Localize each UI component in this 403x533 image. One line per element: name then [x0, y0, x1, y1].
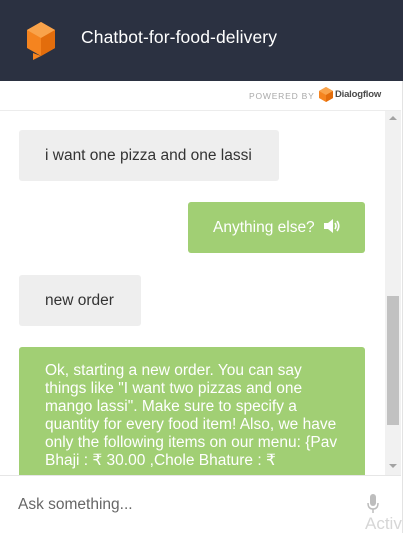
scroll-down-arrow-icon[interactable] — [389, 464, 397, 468]
scroll-up-arrow-icon[interactable] — [389, 116, 397, 120]
user-message: new order — [19, 275, 141, 326]
message-input[interactable] — [18, 495, 348, 515]
bot-message: Ok, starting a new order. You can say th… — [19, 347, 365, 475]
message-list[interactable]: i want one pizza and one lassi Anything … — [0, 111, 385, 475]
scrollbar-thumb[interactable] — [387, 296, 399, 425]
dialogflow-logo-icon[interactable] — [319, 87, 333, 103]
dialogflow-link[interactable]: Dialogflow — [335, 89, 381, 100]
page-title: Chatbot-for-food-delivery — [81, 27, 278, 47]
chat-widget: Chatbot-for-food-delivery POWERED BY Dia… — [0, 0, 403, 533]
microphone-icon[interactable] — [367, 494, 379, 514]
activation-watermark: Activ — [365, 514, 402, 533]
powered-by-label: POWERED BY — [249, 91, 315, 101]
user-message: i want one pizza and one lassi — [19, 130, 279, 181]
speaker-icon[interactable] — [323, 218, 340, 234]
dialogflow-cube-icon — [27, 22, 55, 60]
